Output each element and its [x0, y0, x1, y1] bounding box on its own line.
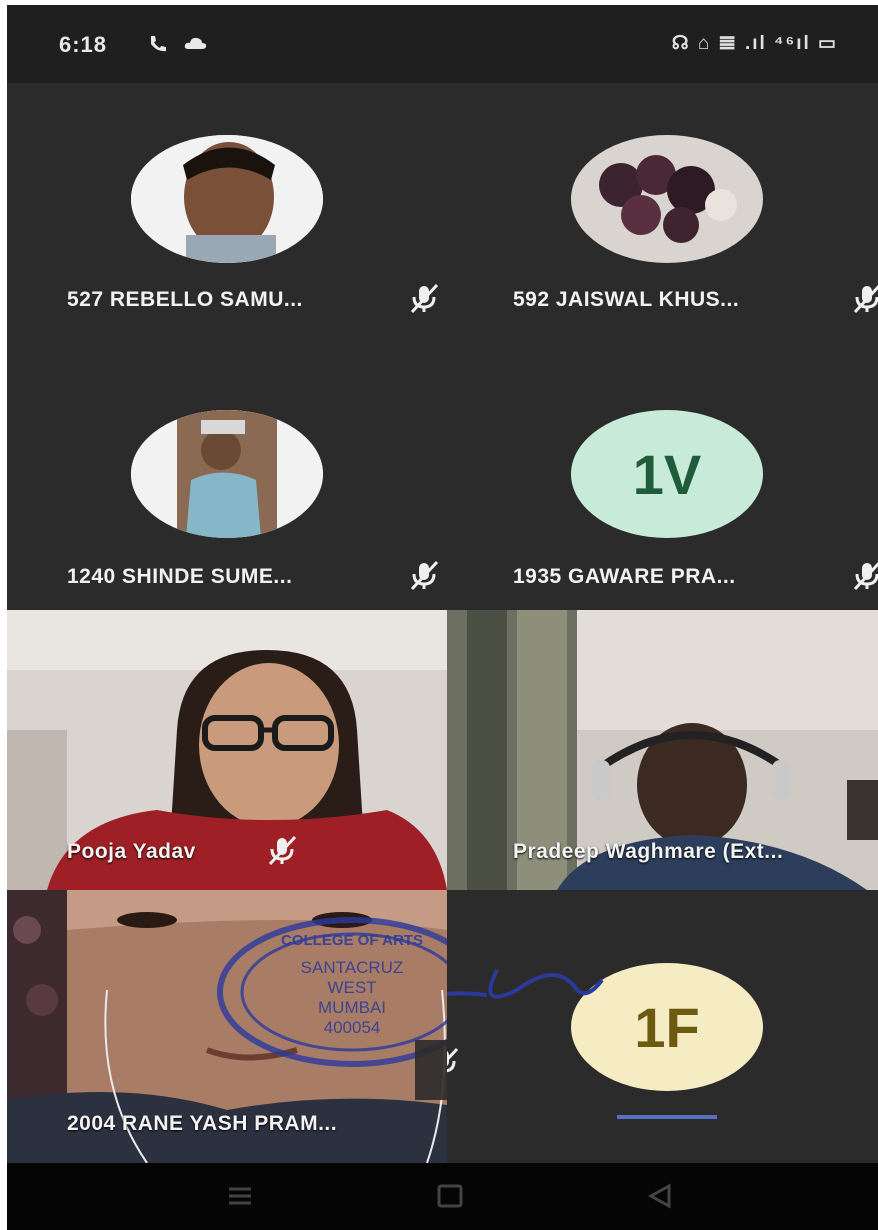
stamp-text: MUMBAI: [318, 998, 386, 1017]
mic-off-icon: [447, 1047, 459, 1073]
stamp-text: SANTACRUZ: [301, 958, 404, 977]
participant-video-tile[interactable]: COLLEGE OF ARTS SANTACRUZ WEST MUMBAI 40…: [7, 890, 447, 1163]
cloud-icon: [183, 33, 209, 59]
participant-avatar: [131, 135, 323, 263]
participant-name: 2004 RANE YASH PRAM...: [67, 1112, 338, 1135]
mic-off-icon: [853, 561, 878, 591]
android-nav-bar: [7, 1163, 878, 1230]
status-time: 6:18: [59, 32, 108, 57]
stamp-text: WEST: [327, 978, 376, 997]
participant-name: 527 REBELLO SAMU...: [67, 288, 303, 311]
menu-icon[interactable]: [223, 1181, 257, 1211]
participant-video-tile[interactable]: Pradeep Waghmare (Ext...: [447, 610, 878, 890]
participant-name: Pradeep Waghmare (Ext...: [513, 840, 784, 863]
participant-tile[interactable]: 1240 SHINDE SUME...: [7, 338, 447, 610]
participant-initials-avatar: 1V: [571, 410, 763, 538]
signature-mark: [447, 969, 604, 999]
mic-off-icon: [410, 560, 439, 591]
back-triangle-icon[interactable]: [643, 1181, 677, 1211]
mic-status-chip: [415, 1040, 447, 1100]
home-square-icon[interactable]: [433, 1181, 467, 1211]
participant-name: Pooja Yadav: [67, 840, 196, 863]
meeting-screen: 6:18 ☊ ⌂ 𝌆 .ıl ⁴⁶ıl ▭ 527 REBELLO SAMU..…: [7, 5, 878, 1230]
scribble-mark: [617, 1115, 717, 1119]
participant-video-tile[interactable]: Pooja Yadav: [7, 610, 447, 890]
mic-off-icon: [268, 835, 297, 866]
participant-name: 1240 SHINDE SUME...: [67, 565, 293, 588]
participant-tile[interactable]: 1F: [447, 890, 878, 1163]
participant-tile[interactable]: 527 REBELLO SAMU...: [7, 83, 447, 338]
participant-avatar: [571, 135, 763, 263]
participant-name: 592 JAISWAL KHUS...: [513, 288, 740, 311]
participant-tile[interactable]: 1V 1935 GAWARE PRA...: [447, 338, 878, 610]
stamp-text: 400054: [324, 1018, 381, 1037]
stamp-text: COLLEGE OF ARTS: [281, 932, 423, 949]
mic-off-icon: [410, 283, 439, 314]
mic-off-icon: [853, 284, 878, 314]
participant-avatar: [131, 410, 323, 538]
participant-tile[interactable]: 592 JAISWAL KHUS...: [447, 83, 878, 338]
status-bar: 6:18 ☊ ⌂ 𝌆 .ıl ⁴⁶ıl ▭: [7, 5, 878, 83]
participant-name: 1935 GAWARE PRA...: [513, 565, 736, 588]
status-icons: ☊ ⌂ 𝌆 .ıl ⁴⁶ıl ▭: [671, 33, 838, 54]
college-stamp-overlay: COLLEGE OF ARTS SANTACRUZ WEST MUMBAI 40…: [217, 917, 447, 1067]
phone-call-icon: [147, 33, 169, 61]
